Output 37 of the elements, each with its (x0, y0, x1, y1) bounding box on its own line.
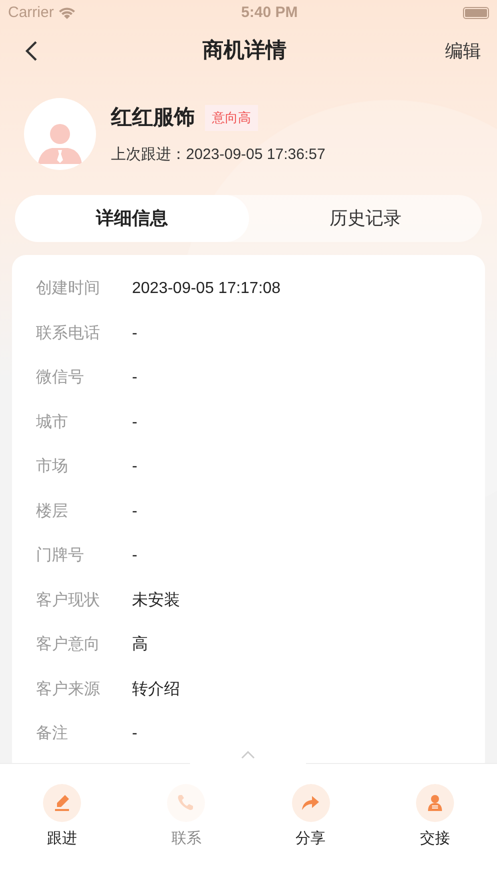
field-label: 客户意向 (36, 634, 101, 656)
field-label: 备注 (36, 724, 69, 744)
field-label: 创建时间 (36, 278, 101, 300)
tab[interactable]: 历史记录 (248, 195, 482, 242)
tab[interactable]: 详细信息 (15, 195, 248, 242)
field-label: 市场 (36, 456, 69, 478)
field-value: 未安装 (132, 590, 180, 611)
field-value: 高 (132, 634, 148, 656)
field-label: 客户来源 (36, 680, 101, 700)
chevron-up-icon (241, 751, 255, 759)
field-value: - (132, 457, 138, 478)
field-label: 联系电话 (36, 324, 101, 344)
wifi-icon (58, 6, 76, 20)
field-value: - (132, 324, 138, 344)
field-value: - (132, 546, 138, 566)
field-value: - (132, 502, 138, 522)
field-value: 2023-09-05 17:17:08 (132, 279, 281, 300)
battery-icon (462, 7, 489, 19)
field-label: 城市 (36, 412, 69, 433)
carrier-text: Carrier (8, 2, 54, 23)
clock-text: 5:40 PM (241, 2, 298, 23)
field-value: - (132, 412, 138, 433)
field-value: - (132, 368, 138, 388)
page-title: 商机详情 (202, 38, 286, 64)
action-button[interactable]: 分享 (248, 784, 373, 850)
last-follow-text: 上次跟进：2023-09-05 17:36:57 (111, 144, 326, 164)
field-label: 客户现状 (36, 590, 101, 611)
field-label: 门牌号 (36, 546, 85, 566)
field-label: 楼层 (36, 502, 69, 522)
intent-tag: 意向高 (205, 105, 258, 130)
field-label: 微信号 (36, 368, 85, 388)
edit-button[interactable]: 编辑 (445, 38, 481, 64)
customer-name: 红红服饰 (111, 105, 195, 131)
action-button[interactable]: 交接 (372, 784, 497, 850)
field-value: 转介绍 (132, 680, 180, 700)
field-value: - (132, 724, 138, 744)
action-button[interactable]: 跟进 (0, 784, 124, 850)
